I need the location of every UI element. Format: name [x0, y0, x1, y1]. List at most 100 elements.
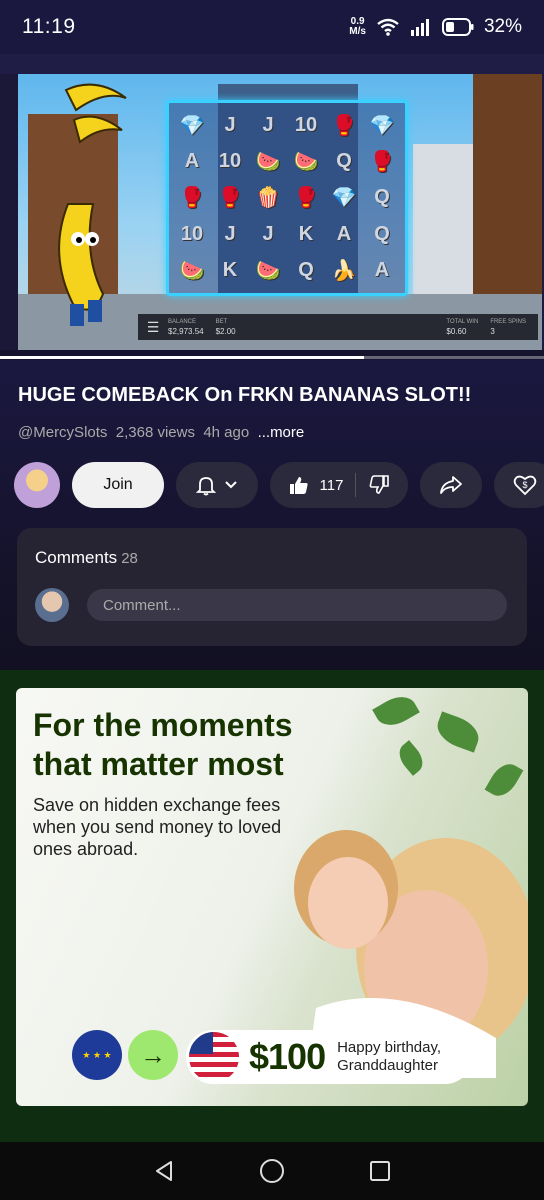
leaf [372, 689, 420, 733]
system-nav-bar [0, 1142, 544, 1200]
home-button[interactable] [257, 1156, 287, 1186]
game-logo [64, 83, 127, 144]
user-avatar [35, 588, 69, 622]
dislike-button[interactable] [356, 474, 402, 496]
reel-symbol: 💎 [331, 187, 357, 210]
network-speed: 0.9 M/s [349, 16, 366, 37]
ad-container: For the moments that matter most Save on… [0, 670, 544, 1142]
arrow-right-icon: → [128, 1030, 178, 1080]
reel-symbol: 🥊 [293, 187, 319, 210]
building [413, 144, 473, 314]
reel-symbol: Q [374, 222, 390, 245]
channel-handle: @MercySlots [18, 424, 108, 441]
video-meta[interactable]: @MercySlots 2,368 views 4h ago ...more [18, 424, 304, 441]
reel-symbol: 🥊 [217, 187, 243, 210]
video-info: HUGE COMEBACK On FRKN BANANAS SLOT!! @Me… [0, 360, 544, 670]
reel-symbol: 🥊 [331, 114, 357, 137]
leaf [393, 740, 429, 776]
back-icon [156, 1161, 172, 1181]
home-icon [260, 1159, 284, 1183]
reel-symbol: Q [336, 150, 352, 173]
reel-symbol: 🍉 [293, 151, 319, 174]
video-player[interactable]: 💎 J J 10 🥊 💎 A 10 🍉 🍉 Q 🥊 🥊 🥊 🍿 🥊 💎 Q 10 J J K A Q 🍉 K 🍉 Q 🍌 A ☰ BALA… [0, 54, 544, 360]
action-row: Join 117 $ [14, 462, 544, 508]
reel-symbol: A [184, 150, 200, 173]
like-count: 117 [319, 476, 344, 494]
free-spins-display: FREE SPINS 3 [490, 319, 526, 336]
reel-symbol: J [262, 222, 274, 245]
like-button[interactable]: 117 [276, 474, 356, 496]
reel-symbol: 10 [180, 222, 204, 245]
building [473, 74, 542, 314]
game-top-bar [0, 54, 544, 74]
bet-display: BET $2.00 [215, 319, 236, 336]
reel-symbol: 💎 [179, 114, 205, 137]
reel-symbol: 10 [218, 150, 242, 173]
wifi-icon [377, 18, 399, 36]
reel-grid: 💎 J J 10 🥊 💎 A 10 🍉 🍉 Q 🥊 🥊 🥊 🍿 🥊 💎 Q 10 J J K A Q 🍉 K 🍉 Q 🍌 A [173, 107, 401, 289]
game-hud: ☰ BALANCE $2,973.54 BET $2.00 TOTAL WIN … [138, 314, 538, 340]
back-button[interactable] [149, 1156, 179, 1186]
video-progress-fill [0, 356, 365, 359]
status-icons: 0.9 M/s 32% [349, 16, 522, 38]
promo-message: Happy birthday, Granddaughter [337, 1039, 442, 1074]
reel-symbol: 🍉 [255, 260, 281, 283]
ad-body: Save on hidden exchange fees when you se… [33, 795, 282, 859]
video-title: HUGE COMEBACK On FRKN BANANAS SLOT!! [18, 384, 472, 406]
promo-amount: $100 [249, 1036, 326, 1077]
thanks-button[interactable]: $ [494, 462, 544, 508]
chevron-down-icon [225, 481, 237, 489]
reel-symbol: J [224, 222, 236, 245]
more-link[interactable]: ...more [258, 424, 305, 441]
ad-headline: For the moments that matter most [33, 707, 293, 782]
reel-symbol: 🍿 [255, 187, 281, 210]
notifications-button[interactable] [176, 462, 258, 508]
reel-symbol: 💎 [369, 114, 395, 137]
game-sidebar [0, 74, 18, 350]
share-button[interactable] [420, 462, 482, 508]
promo-pill: $100 Happy birthday, Granddaughter [186, 1030, 472, 1084]
comments-card[interactable]: Comments 28 Comment... [17, 528, 527, 646]
reel-symbol: J [262, 113, 274, 136]
reel-symbol: 🍉 [179, 260, 205, 283]
reel-symbol: 🥊 [369, 151, 395, 174]
us-flag-icon [189, 1032, 239, 1082]
total-win-display: TOTAL WIN $0.60 [446, 319, 479, 336]
slot-game-scene: 💎 J J 10 🥊 💎 A 10 🍉 🍉 Q 🥊 🥊 🥊 🍿 🥊 💎 Q 10 J J K A Q 🍉 K 🍉 Q 🍌 A ☰ BALA… [18, 74, 542, 350]
reel-symbol: K [222, 259, 238, 282]
comment-input[interactable]: Comment... [87, 589, 507, 621]
eu-flag-icon: ★ ★ ★ [72, 1030, 122, 1080]
reel-symbol: 🍉 [255, 151, 281, 174]
signal-icon [410, 19, 429, 36]
leaf [432, 711, 484, 753]
battery-icon [441, 18, 474, 36]
comments-heading: Comments 28 [35, 548, 138, 567]
reel-symbol: 🥊 [179, 187, 205, 210]
view-count: 2,368 views [115, 424, 195, 441]
reel-symbol: A [336, 222, 352, 245]
balance-display: BALANCE $2,973.54 [168, 319, 204, 336]
slot-reels: 💎 J J 10 🥊 💎 A 10 🍉 🍉 Q 🥊 🥊 🥊 🍿 🥊 💎 Q 10 J J K A Q 🍉 K 🍉 Q 🍌 A [166, 100, 408, 296]
channel-avatar[interactable] [14, 462, 60, 508]
advertisement[interactable]: For the moments that matter most Save on… [16, 688, 528, 1106]
reel-symbol: J [224, 113, 236, 136]
reel-symbol: 10 [294, 113, 318, 136]
thumb-down-icon [370, 475, 390, 494]
join-button[interactable]: Join [72, 462, 164, 508]
banana-character [58, 203, 105, 326]
reel-symbol: K [298, 222, 314, 245]
status-time: 11:19 [22, 15, 76, 38]
reel-symbol: Q [298, 259, 314, 282]
comments-count: 28 [121, 550, 138, 567]
reel-symbol: Q [374, 186, 390, 209]
status-bar: 11:19 0.9 M/s 32% [0, 0, 544, 54]
upload-age: 4h ago [203, 424, 250, 441]
share-icon [440, 476, 462, 494]
thanks-icon: $ [513, 475, 537, 496]
svg-text:$: $ [522, 480, 527, 490]
reel-symbol: 🍌 [331, 260, 357, 283]
recents-icon [370, 1161, 390, 1181]
recents-button[interactable] [365, 1156, 395, 1186]
menu-icon: ☰ [146, 318, 160, 335]
reel-symbol: A [374, 259, 390, 282]
